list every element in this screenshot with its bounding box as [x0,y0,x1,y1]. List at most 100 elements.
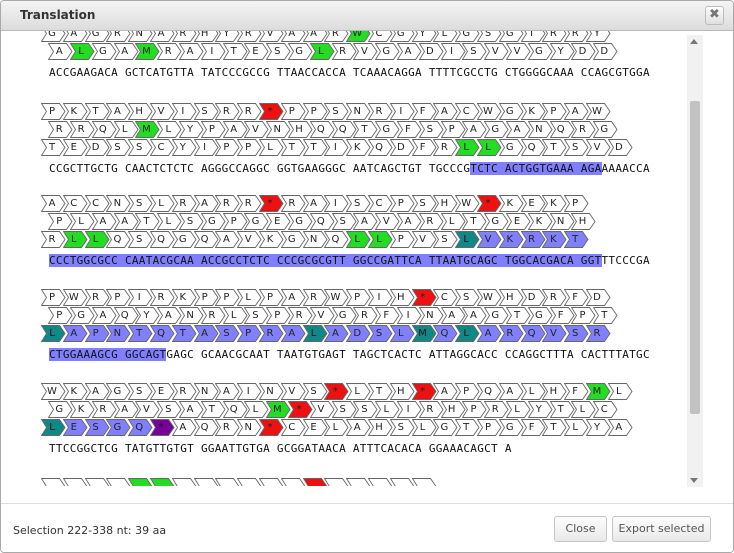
start-codon[interactable]: L [41,419,66,436]
amino-acid[interactable]: R [215,419,240,436]
amino-acid[interactable]: L [375,401,400,418]
start-codon[interactable]: L [455,139,480,156]
stop-codon[interactable]: * [259,195,284,212]
amino-acid[interactable]: T [593,307,618,324]
amino-acid[interactable]: S [215,325,240,342]
amino-acid[interactable]: I [324,195,349,212]
amino-acid[interactable]: A [193,325,219,342]
start-codon[interactable]: L [62,231,88,248]
amino-acid[interactable]: I [389,103,415,120]
amino-acid[interactable]: K [62,103,88,120]
amino-acid[interactable]: N [193,383,219,400]
scroll-up-icon[interactable] [690,39,698,44]
amino-acid[interactable]: Q [128,419,153,436]
amino-acid[interactable]: A [397,213,422,230]
amino-acid[interactable]: D [607,139,633,156]
start-codon[interactable]: M [266,401,291,418]
amino-acid[interactable]: Q [106,231,131,248]
amino-acid[interactable]: A [302,31,328,42]
amino-acid[interactable]: N [259,383,284,400]
amino-acid[interactable]: A [462,307,487,324]
amino-acid[interactable]: R [259,325,284,342]
amino-acid[interactable]: F [564,383,589,400]
amino-acid[interactable]: P [259,289,284,306]
amino-acid[interactable]: P [41,289,66,306]
amino-acid[interactable]: G [288,43,313,60]
amino-acid[interactable]: Q [113,307,139,324]
amino-acid[interactable]: D [346,325,371,342]
start-codon[interactable]: M [135,121,160,138]
amino-acid[interactable]: R [70,121,95,138]
amino-acid[interactable]: G [200,213,226,230]
amino-acid[interactable]: G [48,401,73,418]
amino-acid[interactable]: R [302,289,328,306]
amino-acid[interactable]: G [84,31,110,42]
amino-acid[interactable]: Y [171,139,197,156]
amino-acid[interactable]: A [91,307,117,324]
amino-acid[interactable]: V [411,231,437,248]
amino-acid[interactable] [346,478,371,486]
amino-acid[interactable] [41,478,66,486]
amino-acid[interactable]: S [128,383,153,400]
amino-acid[interactable]: T [302,139,328,156]
amino-acid[interactable]: P [440,121,466,138]
amino-acid[interactable]: P [41,103,66,120]
amino-acid[interactable]: A [179,401,204,418]
amino-acid[interactable]: Y [179,121,204,138]
amino-acid[interactable]: S [266,43,291,60]
amino-acid[interactable]: E [520,195,546,212]
amino-acid[interactable]: R [433,139,458,156]
amino-acid[interactable]: V [150,103,175,120]
amino-acid[interactable]: Y [586,419,611,436]
amino-acid[interactable]: L [259,139,284,156]
amino-acid[interactable]: S [128,139,153,156]
amino-acid[interactable]: S [302,383,328,400]
amino-acid[interactable]: Y [527,401,553,418]
amino-acid[interactable]: D [84,139,110,156]
amino-acid[interactable]: P [84,325,110,342]
amino-acid[interactable]: P [346,289,371,306]
stop-codon[interactable]: * [411,289,437,306]
amino-acid[interactable]: K [171,289,197,306]
amino-acid[interactable]: S [353,401,378,418]
amino-acid[interactable]: A [193,195,219,212]
amino-acid[interactable]: G [433,419,458,436]
amino-acid[interactable]: R [171,383,197,400]
amino-acid[interactable]: R [542,289,567,306]
amino-acid[interactable]: P [389,195,415,212]
amino-acid[interactable]: S [564,139,589,156]
amino-acid[interactable]: R [200,307,226,324]
amino-acid[interactable]: Y [411,31,437,42]
amino-acid[interactable]: I [171,103,197,120]
amino-acid[interactable]: F [549,307,575,324]
amino-acid[interactable]: L [411,419,437,436]
amino-acid[interactable]: W [41,383,66,400]
amino-acid[interactable]: E [150,383,175,400]
amino-acid[interactable]: C [455,103,480,120]
stop-codon[interactable]: * [324,383,349,400]
amino-acid[interactable]: S [179,213,204,230]
amino-acid[interactable]: R [150,289,175,306]
start-codon[interactable]: L [368,231,393,248]
amino-acid[interactable]: T [222,43,248,60]
amino-acid[interactable]: S [324,103,349,120]
start-codon[interactable]: L [70,43,95,60]
stop-codon[interactable]: * [288,401,313,418]
amino-acid[interactable]: Q [150,231,175,248]
amino-acid[interactable]: H [542,383,567,400]
amino-acid[interactable]: F [411,103,437,120]
amino-acid[interactable]: T [542,419,567,436]
amino-acid[interactable]: K [70,401,95,418]
amino-acid[interactable]: T [353,121,378,138]
amino-acid[interactable]: P [462,401,487,418]
amino-acid[interactable]: V [259,31,284,42]
amino-acid[interactable]: L [506,401,531,418]
amino-acid[interactable]: H [389,289,415,306]
amino-acid[interactable]: R [215,103,240,120]
amino-acid[interactable]: R [215,195,240,212]
start-codon[interactable]: W [346,31,371,42]
amino-acid[interactable]: G [375,121,400,138]
start-codon[interactable] [150,478,175,486]
amino-acid[interactable]: E [62,419,88,436]
amino-acid[interactable]: R [331,43,357,60]
